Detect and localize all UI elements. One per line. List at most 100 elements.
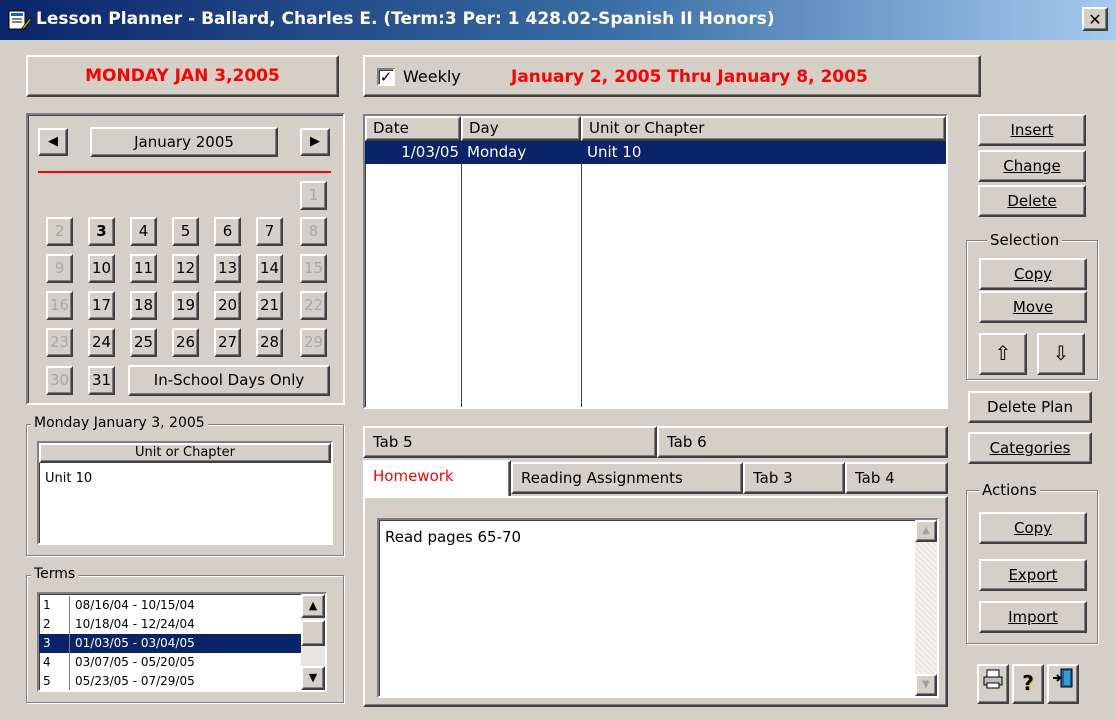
calendar-day[interactable]: 14 [256,254,283,283]
term-separator [69,615,70,634]
tab-3[interactable]: Tab 3 [743,462,845,494]
prev-month-button[interactable]: ◀ [38,128,68,156]
delete-label: Delete [1007,192,1057,210]
calendar-day[interactable]: 23 [46,328,73,357]
day-unit-list[interactable]: Unit or Chapter Unit 10 [37,441,333,545]
tab-homework[interactable]: Homework [363,460,511,498]
actions-label: Actions [979,481,1040,499]
calendar-day[interactable]: 10 [88,254,115,283]
calendar-day[interactable]: 21 [256,291,283,320]
calendar-day[interactable]: 6 [214,217,241,246]
export-button[interactable]: Export [979,559,1087,591]
calendar-day[interactable]: 2 [46,217,73,246]
calendar-day[interactable]: 31 [88,366,115,395]
calendar-day[interactable]: 9 [46,254,73,283]
calendar-day[interactable]: 4 [130,217,157,246]
categories-button[interactable]: Categories [968,432,1092,464]
move-up-icon: ⇧ [994,341,1012,365]
calendar-day[interactable]: 29 [300,328,327,357]
calendar-day[interactable]: 5 [172,217,199,246]
term-row[interactable]: 2 10/18/04 - 12/24/04 [39,615,301,634]
homework-textarea[interactable]: Read pages 65-70 ▲ ▼ [377,518,939,698]
delete-plan-button[interactable]: Delete Plan [968,391,1092,423]
calendar-day[interactable]: 8 [300,217,327,246]
homework-scrollbar[interactable]: ▲ ▼ [915,520,937,696]
selection-group: Selection Copy Move ⇧ ⇩ [966,231,1098,380]
scroll-down-button[interactable]: ▼ [301,666,325,690]
term-row[interactable]: 5 05/23/05 - 07/29/05 [39,672,301,690]
selection-move-button[interactable]: Move [979,291,1087,323]
term-row[interactable]: 1 08/16/04 - 10/15/04 [39,596,301,615]
weekly-label: Weekly [403,67,461,86]
scroll-up-button[interactable]: ▲ [915,520,937,542]
term-row-selected[interactable]: 3 01/03/05 - 03/04/05 [39,634,301,653]
day-unit-column-header[interactable]: Unit or Chapter [39,443,331,463]
change-button[interactable]: Change [978,150,1086,182]
column-header-unit[interactable]: Unit or Chapter [581,116,946,141]
row-unit: Unit 10 [587,143,642,161]
actions-copy-button[interactable]: Copy [979,512,1087,544]
next-month-button[interactable]: ▶ [300,128,330,156]
calendar-day[interactable]: 12 [172,254,199,283]
insert-button[interactable]: Insert [978,114,1086,146]
scroll-thumb[interactable] [301,620,325,646]
column-header-day[interactable]: Day [461,116,581,141]
selection-copy-button[interactable]: Copy [979,258,1087,290]
calendar-day[interactable]: 22 [300,291,327,320]
scroll-up-button[interactable]: ▲ [301,594,325,618]
help-button[interactable]: ? [1012,664,1044,704]
term-row[interactable]: 4 03/07/05 - 05/20/05 [39,653,301,672]
actions-copy-label: Copy [1013,519,1053,537]
exit-button[interactable] [1047,664,1079,704]
delete-button[interactable]: Delete [978,185,1086,217]
calendar-day[interactable]: 1 [300,181,327,210]
current-date-banner[interactable]: MONDAY JAN 3,2005 [26,55,339,97]
terms-scrollbar[interactable]: ▲ ▼ [301,594,325,690]
in-school-days-only-button[interactable]: In-School Days Only [128,365,330,396]
calendar-day[interactable]: 25 [130,328,157,357]
tab-4[interactable]: Tab 4 [845,462,948,494]
scroll-down-button[interactable]: ▼ [915,674,937,696]
calendar-day[interactable]: 15 [300,254,327,283]
move-up-button[interactable]: ⇧ [979,333,1027,375]
month-selector[interactable]: January 2005 [90,127,278,157]
calendar-day[interactable]: 13 [214,254,241,283]
calendar-day[interactable]: 19 [172,291,199,320]
lesson-plan-grid[interactable]: Date Day Unit or Chapter 1/03/05 Monday … [363,114,948,409]
move-down-button[interactable]: ⇩ [1037,333,1085,375]
import-button[interactable]: Import [979,601,1087,633]
calendar-divider [38,171,331,173]
column-header-date[interactable]: Date [365,116,461,141]
weekly-checkbox[interactable]: ✓ [377,68,395,86]
tab-reading-assignments[interactable]: Reading Assignments [511,462,743,494]
table-row-selected[interactable]: 1/03/05 Monday Unit 10 [365,141,946,164]
term-number: 2 [43,617,51,631]
calendar-day[interactable]: 17 [88,291,115,320]
list-item[interactable]: Unit 10 [45,471,92,486]
close-button[interactable]: ✕ [1082,7,1108,31]
calendar-day[interactable]: 27 [214,328,241,357]
calendar-day[interactable]: 28 [256,328,283,357]
tab-5[interactable]: Tab 5 [363,426,657,458]
term-range: 08/16/04 - 10/15/04 [75,598,195,612]
calendar-day-selected[interactable]: 3 [88,217,115,246]
categories-label: Categories [989,439,1071,457]
calendar-day[interactable]: 11 [130,254,157,283]
printer-icon [982,669,1004,695]
calendar-day[interactable]: 16 [46,291,73,320]
calendar-day[interactable]: 18 [130,291,157,320]
calendar-day[interactable]: 30 [46,366,73,395]
calendar-day[interactable]: 20 [214,291,241,320]
exit-door-icon [1051,668,1075,695]
terms-list[interactable]: 1 08/16/04 - 10/15/04 2 10/18/04 - 12/24… [37,592,327,692]
row-day: Monday [467,143,527,161]
arrow-right-icon: ▶ [310,134,320,149]
calendar-day[interactable]: 7 [256,217,283,246]
calendar-day[interactable]: 24 [88,328,115,357]
print-button[interactable] [977,664,1009,704]
grid-divider [581,141,582,407]
grid-divider [461,141,462,407]
calendar-day[interactable]: 26 [172,328,199,357]
week-range: January 2, 2005 Thru January 8, 2005 [511,67,868,87]
tab-6[interactable]: Tab 6 [657,426,948,458]
